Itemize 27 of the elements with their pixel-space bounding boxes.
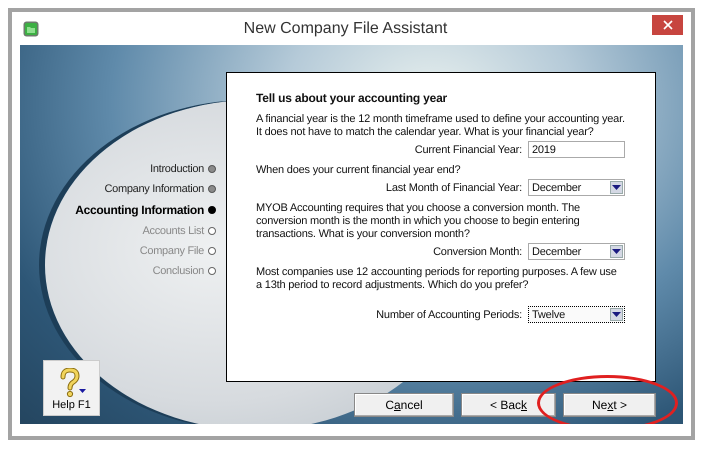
dropdown-field[interactable]: December	[528, 179, 625, 196]
text-field[interactable]: 2019	[528, 141, 625, 158]
step-label: Company File	[140, 245, 204, 257]
step-label: Accounts List	[142, 225, 204, 237]
wizard-button[interactable]: < Back	[461, 393, 556, 417]
wizard-button[interactable]: Cancel	[354, 393, 454, 417]
window-title: New Company File Assistant	[242, 20, 448, 38]
dropdown-field[interactable]: Twelve	[528, 306, 625, 323]
description-text: A financial year is the 12 month timeframe used to define your accounting year. It does not have to match the calendar year. What is your financial year?	[256, 113, 625, 139]
section-heading: Tell us about your accounting year	[256, 91, 448, 105]
close-button[interactable]	[652, 14, 683, 34]
dropdown-field[interactable]: December	[528, 243, 625, 260]
app-icon	[23, 20, 39, 36]
step-label: Introduction	[150, 163, 204, 175]
description-text: Most companies use 12 accounting periods for reporting purposes. A few use a 13th period to record adjustments. Which do you prefer?	[256, 266, 618, 292]
description-text: MYOB Accounting requires that you choose a conversion month. The conversion month is the month in which you choose to begin entering transactions. What is your conversion month?	[256, 202, 581, 241]
step-label: Conclusion	[152, 265, 204, 277]
field-label: Conversion Month:	[433, 246, 522, 258]
field-label: Number of Accounting Periods:	[376, 308, 522, 320]
field-label: Last Month of Financial Year:	[386, 182, 522, 194]
wizard-button[interactable]: Next >	[563, 393, 656, 417]
description-text: When does your current financial year end?	[256, 164, 462, 177]
close-icon[interactable]	[662, 20, 672, 30]
step-label: Accounting Information	[75, 203, 204, 217]
help-button[interactable]: Help F1	[43, 360, 100, 416]
step-label: Company Information	[104, 183, 204, 195]
field-label: Current Financial Year:	[414, 144, 522, 156]
